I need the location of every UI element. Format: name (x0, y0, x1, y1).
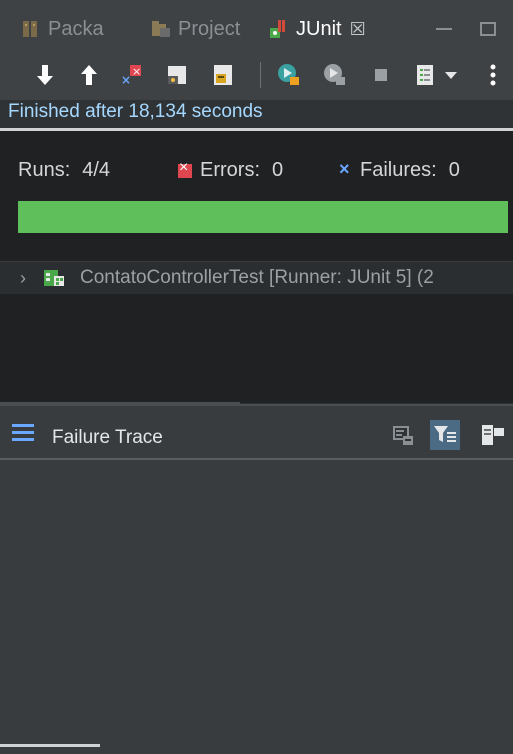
tab-label: Packa (48, 17, 104, 40)
test-suite-icon (42, 266, 66, 290)
package-explorer-icon (20, 18, 42, 40)
chevron-down-icon[interactable] (436, 60, 466, 90)
next-failure-icon[interactable] (30, 60, 60, 90)
maximize-icon[interactable] (480, 22, 496, 36)
minimize-icon[interactable] (436, 24, 452, 30)
stop-icon[interactable] (366, 60, 396, 90)
junit-icon (268, 18, 290, 40)
show-failures-only-icon[interactable]: × × (116, 60, 146, 90)
tab-project-explorer[interactable]: Project (150, 14, 240, 44)
runs-counter: Runs: 4/4 (18, 159, 110, 182)
filter-stack-trace-icon[interactable] (430, 420, 460, 450)
compare-results-icon[interactable] (388, 420, 418, 450)
tree-item-label: ContatoControllerTest [Runner: JUnit 5] … (80, 267, 434, 288)
show-skipped-icon[interactable] (208, 60, 238, 90)
failure-icon (338, 159, 352, 180)
horizontal-scrollbar[interactable] (0, 744, 100, 747)
runs-label: Runs: (18, 159, 71, 181)
tab-package-explorer[interactable]: Packa (20, 14, 104, 44)
rerun-failed-first-icon[interactable] (320, 60, 350, 90)
svg-text:×: × (132, 65, 141, 78)
project-explorer-icon (150, 18, 172, 40)
rerun-test-icon[interactable] (274, 60, 304, 90)
tab-label: JUnit (296, 17, 342, 40)
junit-toolbar: × × (0, 50, 513, 100)
tab-label: Project (178, 17, 241, 40)
close-icon[interactable]: ☒ (350, 19, 366, 40)
previous-failure-icon[interactable] (74, 60, 104, 90)
list-icon (12, 424, 34, 442)
error-icon (178, 159, 192, 178)
counters-panel: Runs: 4/4 Errors: 0 Failures: 0 (0, 131, 513, 261)
errors-value: 0 (272, 159, 284, 181)
failure-trace-header: Failure Trace (0, 404, 513, 460)
progress-bar (18, 201, 508, 233)
scroll-lock-icon[interactable] (162, 60, 192, 90)
errors-label: Errors: (200, 159, 260, 181)
test-tree: › ContatoControllerTest [Runner: JUnit 5… (0, 261, 513, 405)
errors-counter: Errors: 0 (178, 159, 283, 182)
tree-item-suite[interactable]: › ContatoControllerTest [Runner: JUnit 5… (0, 262, 513, 294)
failures-label: Failures: (360, 159, 437, 181)
junit-view: Packa Project JUnit ☒ × × Finished after… (0, 0, 513, 754)
tab-junit[interactable]: JUnit ☒ (268, 14, 366, 44)
failures-counter: Failures: 0 (338, 159, 460, 182)
tab-bar: Packa Project JUnit ☒ (0, 0, 513, 50)
view-menu-icon[interactable] (478, 60, 508, 90)
run-status-text: Finished after 18,134 seconds (8, 101, 263, 122)
svg-text:×: × (121, 73, 131, 87)
failure-trace-body (0, 460, 513, 754)
toolbar-separator (260, 62, 261, 88)
failures-value: 0 (448, 159, 460, 181)
copy-trace-icon[interactable] (478, 420, 508, 450)
runs-value: 4/4 (82, 159, 111, 181)
failure-trace-title: Failure Trace (52, 427, 163, 448)
chevron-right-icon[interactable]: › (20, 268, 32, 289)
